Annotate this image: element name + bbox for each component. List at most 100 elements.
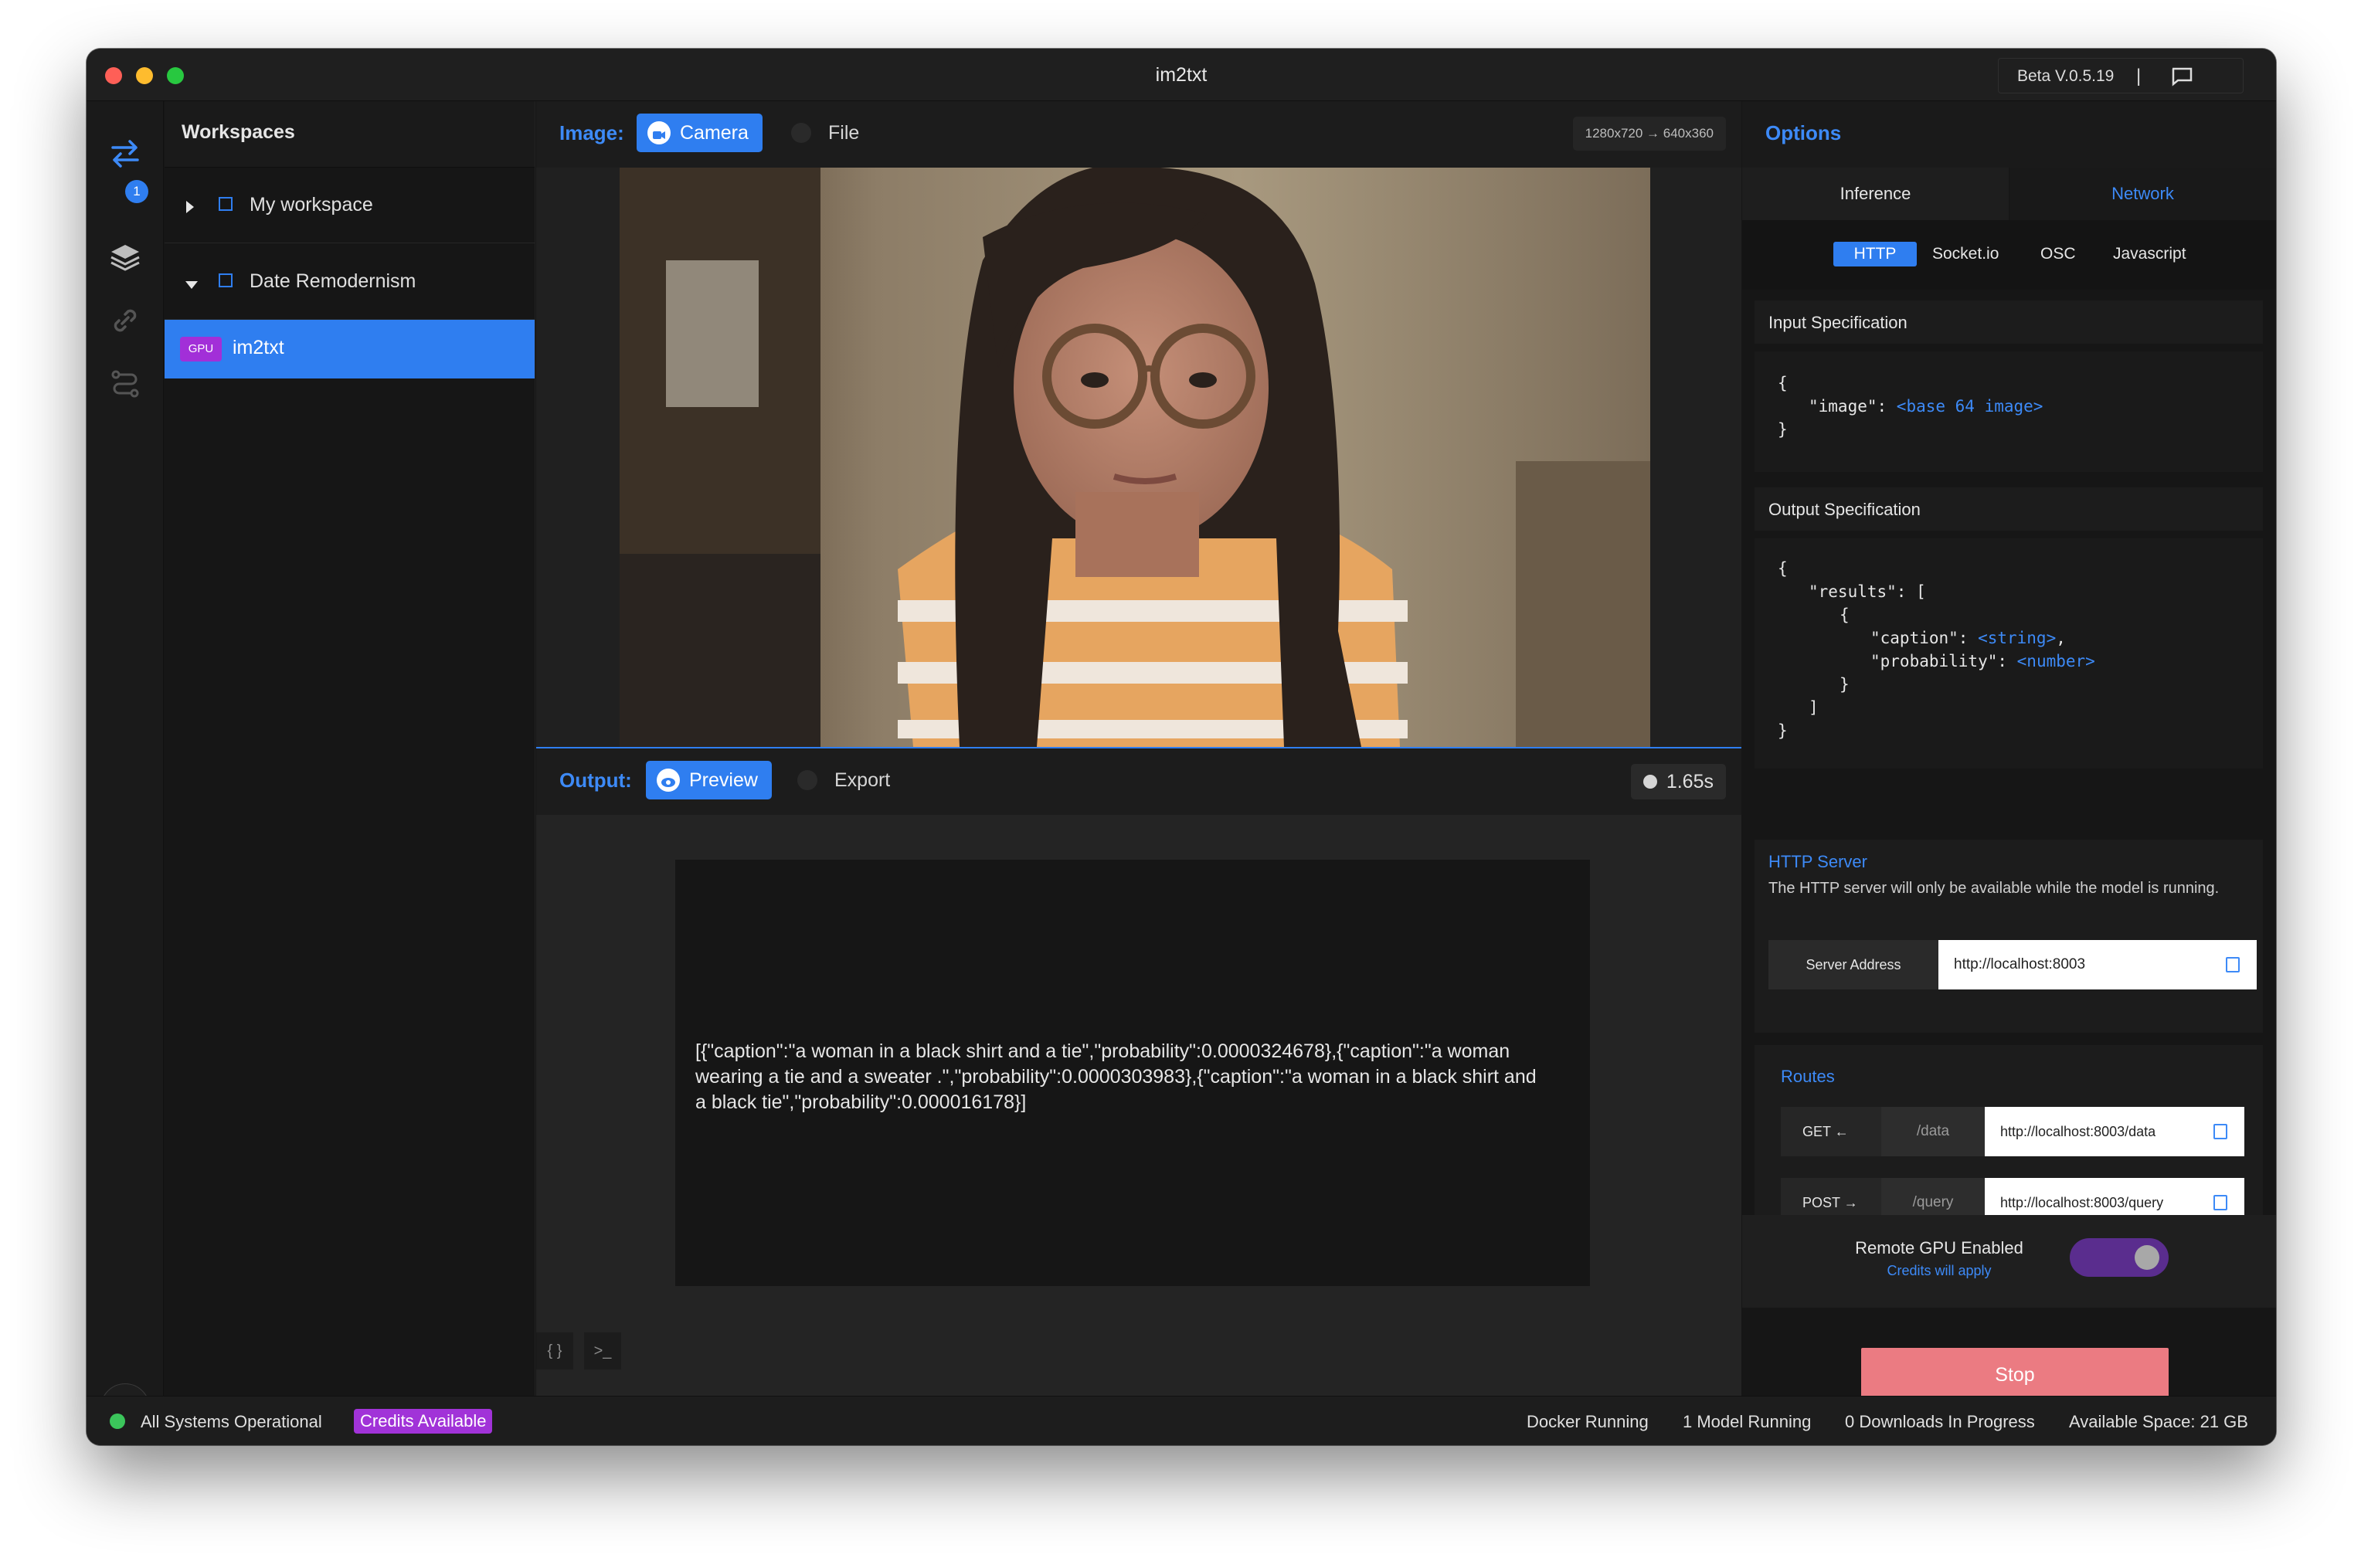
workspace-label: My workspace bbox=[250, 194, 373, 216]
image-preview-area bbox=[536, 168, 1741, 747]
route-method: GET ← bbox=[1781, 1107, 1881, 1156]
routes-section: Routes GET ← /data http://localhost:8003… bbox=[1755, 1045, 2263, 1215]
code-line: "image": <base 64 image> bbox=[1809, 397, 2043, 416]
remote-gpu-row: Remote GPU Enabled Credits will apply bbox=[1742, 1215, 2276, 1308]
routes-title: Routes bbox=[1781, 1067, 1835, 1086]
workspace-item-date-remodernism[interactable]: Date Remodernism bbox=[165, 244, 535, 320]
file-button[interactable]: File bbox=[791, 114, 859, 152]
app-window: im2txt Beta V.0.5.19 | 1 Ma Workspaces bbox=[87, 49, 2276, 1445]
model-label: im2txt bbox=[233, 337, 284, 358]
route-path: /data bbox=[1881, 1107, 1985, 1156]
tab-network[interactable]: Network bbox=[2009, 168, 2276, 220]
code-line: } bbox=[1840, 675, 1850, 694]
output-bar: Output: Preview Export 1.65s bbox=[536, 748, 1741, 815]
chat-icon[interactable] bbox=[2170, 66, 2193, 91]
icon-rail: 1 Ma bbox=[87, 101, 164, 1433]
route-row: GET ← /data http://localhost:8003/data bbox=[1781, 1107, 2244, 1156]
workspaces-panel: Workspaces My workspace Date Remodernism… bbox=[165, 101, 535, 1396]
subtab-socketio[interactable]: Socket.io bbox=[1932, 242, 1999, 266]
file-label: File bbox=[828, 122, 860, 144]
eye-icon bbox=[657, 769, 680, 792]
server-address-field[interactable]: http://localhost:8003 bbox=[1938, 940, 2257, 989]
workspace-label: Date Remodernism bbox=[250, 270, 416, 292]
code-line: } bbox=[1778, 721, 1788, 740]
model-item-im2txt[interactable]: GPU im2txt bbox=[165, 320, 535, 378]
copy-icon[interactable] bbox=[2213, 1195, 2227, 1210]
preview-button[interactable]: Preview bbox=[646, 761, 772, 799]
notification-badge: 1 bbox=[125, 180, 148, 203]
terminal-icon[interactable]: >_ bbox=[584, 1332, 621, 1369]
export-label: Export bbox=[834, 769, 891, 791]
caret-right-icon[interactable] bbox=[185, 197, 195, 219]
route-path: /query bbox=[1881, 1178, 1985, 1215]
json-view-icon[interactable]: { } bbox=[536, 1332, 573, 1369]
downloads-status: 0 Downloads In Progress bbox=[1845, 1412, 2035, 1431]
workspaces-title: Workspaces bbox=[165, 101, 535, 168]
route-icon[interactable] bbox=[108, 367, 142, 401]
options-panel: Options Inference Network HTTP Socket.io… bbox=[1742, 101, 2276, 1402]
subtab-http[interactable]: HTTP bbox=[1833, 242, 1917, 266]
image-bar: Image: Camera File 1280x720 → 640x360 bbox=[536, 101, 1741, 168]
server-address-value: http://localhost:8003 bbox=[1954, 956, 2086, 972]
http-server-description: The HTTP server will only be available w… bbox=[1768, 880, 2220, 897]
subtab-javascript[interactable]: Javascript bbox=[2113, 242, 2186, 266]
output-spec-title: Output Specification bbox=[1755, 487, 2263, 531]
subtab-osc[interactable]: OSC bbox=[2040, 242, 2076, 266]
route-url: http://localhost:8003/query bbox=[2000, 1195, 2164, 1210]
code-line: "caption": <string>, bbox=[1870, 629, 2066, 647]
arrow-left-icon: ← bbox=[1834, 1124, 1849, 1139]
version-separator: | bbox=[2136, 66, 2142, 87]
route-method: POST → bbox=[1781, 1178, 1881, 1215]
camera-button[interactable]: Camera bbox=[637, 114, 763, 152]
layers-icon[interactable] bbox=[108, 240, 142, 274]
link-icon[interactable] bbox=[108, 304, 142, 338]
route-url-field[interactable]: http://localhost:8003/data bbox=[1985, 1107, 2244, 1156]
resolution-badge: 1280x720 → 640x360 bbox=[1572, 117, 1726, 151]
camera-feed-image bbox=[620, 168, 1650, 747]
code-line: { bbox=[1840, 606, 1850, 624]
copy-icon[interactable] bbox=[2226, 957, 2240, 972]
copy-icon[interactable] bbox=[2213, 1124, 2227, 1139]
export-button[interactable]: Export bbox=[797, 761, 890, 799]
code-line: { bbox=[1778, 559, 1788, 578]
file-icon bbox=[791, 123, 811, 143]
inference-time: 1.65s bbox=[1630, 764, 1726, 799]
code-line: { bbox=[1778, 374, 1788, 392]
output-label: Output: bbox=[559, 769, 632, 792]
code-line: } bbox=[1778, 420, 1788, 439]
title-bar: im2txt Beta V.0.5.19 | bbox=[87, 49, 2276, 101]
workspace-item-my-workspace[interactable]: My workspace bbox=[165, 168, 535, 243]
clock-icon bbox=[1643, 775, 1657, 789]
camera-label: Camera bbox=[680, 122, 749, 144]
output-spec-code: { "results": [ { "caption": <string>, "p… bbox=[1755, 538, 2263, 769]
server-address-label: Server Address bbox=[1768, 940, 1938, 989]
main-area: Image: Camera File 1280x720 → 640x360 Ou… bbox=[536, 101, 1741, 1396]
code-line: ] bbox=[1809, 698, 1819, 717]
version-box: Beta V.0.5.19 | bbox=[1998, 58, 2244, 93]
inference-time-value: 1.65s bbox=[1666, 771, 1714, 792]
status-bar: All Systems Operational Credits Availabl… bbox=[87, 1396, 2276, 1445]
remote-gpu-toggle[interactable] bbox=[2070, 1238, 2169, 1277]
version-label: Beta V.0.5.19 bbox=[2017, 67, 2115, 85]
caret-down-icon[interactable] bbox=[185, 273, 199, 296]
tab-inference[interactable]: Inference bbox=[1742, 168, 2009, 220]
workspace-icon bbox=[219, 273, 233, 287]
options-title: Options bbox=[1742, 101, 2276, 168]
route-url-field[interactable]: http://localhost:8003/query bbox=[1985, 1178, 2244, 1215]
camera-icon bbox=[647, 121, 671, 144]
space-status: Available Space: 21 GB bbox=[2069, 1412, 2248, 1431]
stop-button[interactable]: Stop bbox=[1861, 1348, 2169, 1402]
swap-arrows-icon[interactable] bbox=[108, 137, 142, 171]
protocol-tabs: HTTP Socket.io OSC Javascript bbox=[1742, 220, 2276, 290]
code-line: "results": [ bbox=[1809, 582, 1926, 601]
route-url: http://localhost:8003/data bbox=[2000, 1124, 2156, 1139]
output-box: [{"caption":"a woman in a black shirt an… bbox=[675, 860, 1590, 1286]
output-text: [{"caption":"a woman in a black shirt an… bbox=[695, 1040, 1537, 1113]
http-server-section: HTTP Server The HTTP server will only be… bbox=[1755, 840, 2263, 1033]
image-label: Image: bbox=[559, 121, 624, 144]
input-spec-code: { "image": <base 64 image> } bbox=[1755, 351, 2263, 472]
route-row: POST → /query http://localhost:8003/quer… bbox=[1781, 1178, 2244, 1215]
models-status: 1 Model Running bbox=[1683, 1412, 1812, 1431]
systems-status: All Systems Operational bbox=[141, 1412, 322, 1431]
credits-badge[interactable]: Credits Available bbox=[354, 1409, 493, 1434]
